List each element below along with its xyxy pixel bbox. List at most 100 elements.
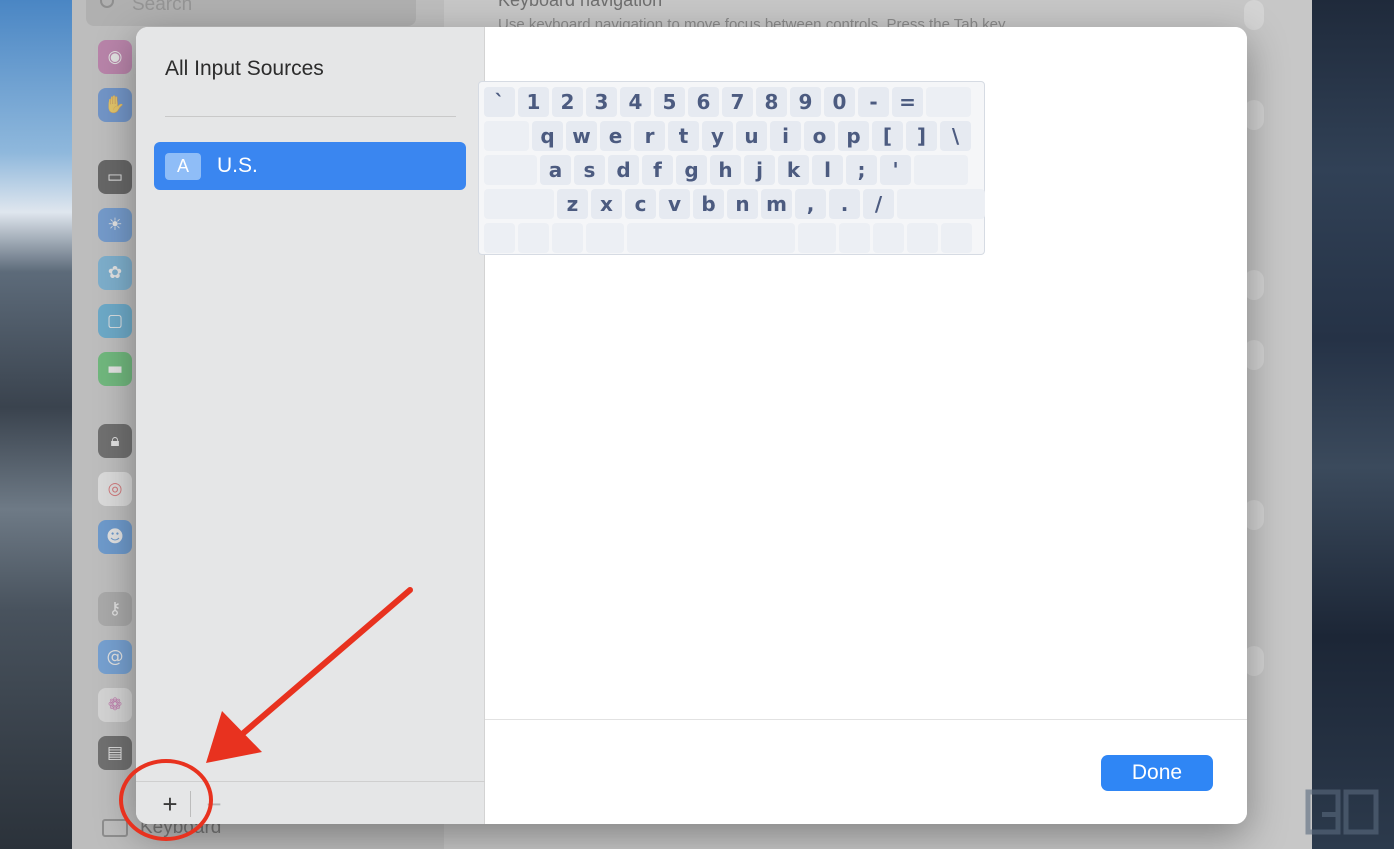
keyboard-row: z x c v b n m , . / [484, 189, 985, 219]
key: a [540, 155, 571, 185]
background-toggle [1244, 646, 1264, 676]
brightness-icon: ☀ [98, 208, 132, 242]
key: / [863, 189, 894, 219]
key: e [600, 121, 631, 151]
key: b [693, 189, 724, 219]
remove-input-source-button[interactable]: − [194, 787, 234, 821]
space-bar [627, 223, 795, 253]
search-placeholder: Search [132, 0, 193, 15]
command-key [586, 223, 624, 253]
background-toggle [1244, 270, 1264, 300]
divider [165, 116, 456, 117]
key: p [838, 121, 869, 151]
key: i [770, 121, 801, 151]
keyboard-row [484, 223, 972, 253]
fingerprint-icon: ◎ [98, 472, 132, 506]
input-source-label: U.S. [217, 154, 258, 177]
key: r [634, 121, 665, 151]
arrow-right-key [941, 223, 972, 253]
battery-icon: ▬ [98, 352, 132, 386]
input-source-badge: A [165, 153, 201, 180]
key: ; [846, 155, 877, 185]
arrow-up-down-key [907, 223, 938, 253]
key: q [532, 121, 563, 151]
arrow-left-key [873, 223, 904, 253]
divider [136, 781, 485, 782]
key: 6 [688, 87, 719, 117]
key: [ [872, 121, 903, 151]
key: 0 [824, 87, 855, 117]
at-icon: @ [98, 640, 132, 674]
key: . [829, 189, 860, 219]
background-toggle [1244, 100, 1264, 130]
watermark-logo [1305, 789, 1379, 835]
key: 9 [790, 87, 821, 117]
keyboard-layout-preview: ` 1 2 3 4 5 6 7 8 9 0 - = q w e r t y u … [478, 81, 985, 255]
key: m [761, 189, 792, 219]
key: d [608, 155, 639, 185]
input-source-item-us[interactable]: A U.S. [154, 142, 466, 190]
key: w [566, 121, 597, 151]
key: y [702, 121, 733, 151]
key: v [659, 189, 690, 219]
game-center-icon: ❁ [98, 688, 132, 722]
add-input-source-button[interactable]: + [150, 787, 190, 821]
background-toggle [1244, 500, 1264, 530]
background-toggle [1244, 340, 1264, 370]
input-sources-pane: All Input Sources A U.S. + − [136, 27, 485, 824]
keyboard-row: a s d f g h j k l ; ' [484, 155, 968, 185]
lock-icon: 🔒︎ [98, 424, 132, 458]
key: t [668, 121, 699, 151]
key: ] [906, 121, 937, 151]
key: f [642, 155, 673, 185]
delete-key [926, 87, 971, 117]
command-key [798, 223, 836, 253]
key-icon: ⚷ [98, 592, 132, 626]
key: ` [484, 87, 515, 117]
done-button[interactable]: Done [1101, 755, 1213, 791]
key: ' [880, 155, 911, 185]
keyboard-row: q w e r t y u i o p [ ] \ [484, 121, 971, 151]
keyboard-navigation-heading: Keyboard navigation [498, 0, 663, 10]
option-key [839, 223, 870, 253]
return-key [914, 155, 968, 185]
wallet-icon: ▤ [98, 736, 132, 770]
control-key [518, 223, 549, 253]
desktop-wallpaper-left [0, 0, 72, 849]
key: u [736, 121, 767, 151]
key: l [812, 155, 843, 185]
all-input-sources-title: All Input Sources [165, 57, 324, 80]
key: j [744, 155, 775, 185]
key: 3 [586, 87, 617, 117]
left-shift-key [484, 189, 554, 219]
right-shift-key [897, 189, 985, 219]
divider [485, 719, 1247, 720]
display-icon: ▭ [98, 160, 132, 194]
background-toggle [1244, 0, 1264, 30]
key: o [804, 121, 835, 151]
option-key [552, 223, 583, 253]
screen-icon: ▢ [98, 304, 132, 338]
key: 7 [722, 87, 753, 117]
key: = [892, 87, 923, 117]
key: n [727, 189, 758, 219]
key: k [778, 155, 809, 185]
key: z [557, 189, 588, 219]
tab-key [484, 121, 529, 151]
key: h [710, 155, 741, 185]
key: , [795, 189, 826, 219]
key: c [625, 189, 656, 219]
desktop-wallpaper-right [1312, 0, 1394, 849]
key: 2 [552, 87, 583, 117]
key: s [574, 155, 605, 185]
fn-key [484, 223, 515, 253]
key: 4 [620, 87, 651, 117]
key: \ [940, 121, 971, 151]
button-separator [190, 791, 191, 817]
key: g [676, 155, 707, 185]
hand-icon: ✋ [98, 88, 132, 122]
key: 5 [654, 87, 685, 117]
key: 1 [518, 87, 549, 117]
key: - [858, 87, 889, 117]
flower-icon: ✿ [98, 256, 132, 290]
